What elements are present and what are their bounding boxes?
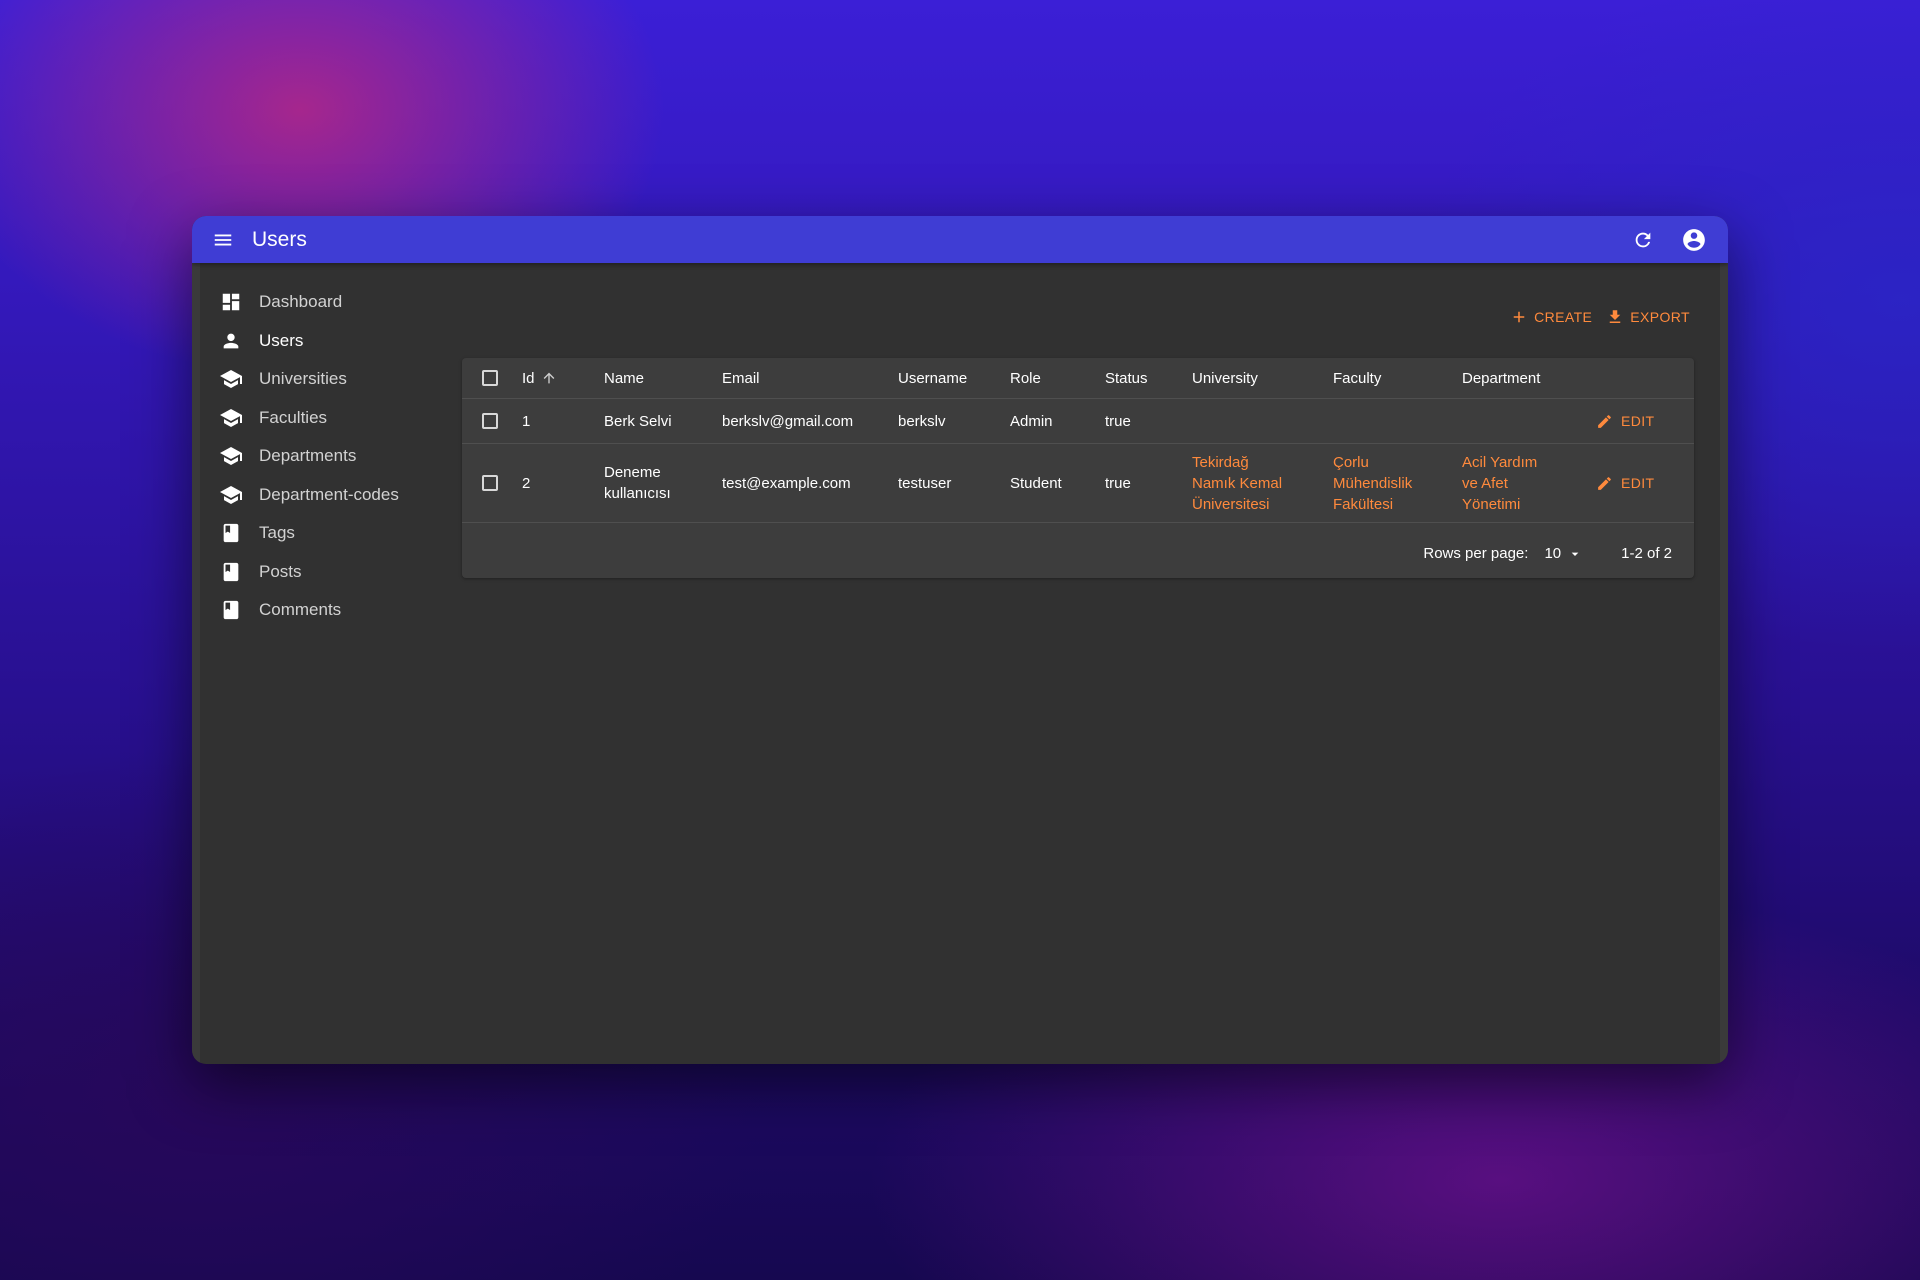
school-icon <box>218 405 244 431</box>
cell-role: Admin <box>1010 398 1105 444</box>
column-header-faculty[interactable]: Faculty <box>1333 358 1462 399</box>
edit-label: EDIT <box>1621 475 1655 491</box>
list-actions: CREATE EXPORT <box>1496 308 1690 326</box>
users-datagrid: Id Name Email Username Role Status Unive… <box>462 358 1694 578</box>
sidebar-item-label: Posts <box>259 561 302 581</box>
sidebar-item-department-codes[interactable]: Department-codes <box>200 476 440 515</box>
sidebar-item-posts[interactable]: Posts <box>200 553 440 592</box>
rows-per-page-value: 10 <box>1544 545 1562 562</box>
pencil-icon <box>1598 414 1611 428</box>
school-icon <box>218 482 244 508</box>
table-row[interactable]: 2 Deneme kullanıcısı test@example.com te… <box>462 443 1694 523</box>
sidebar-item-dashboard[interactable]: Dashboard <box>200 283 440 322</box>
cell-department: Acil Yardım ve Afet Yönetimi <box>1462 443 1596 523</box>
app-bar: Users <box>192 216 1728 263</box>
bookmark-icon <box>218 520 244 546</box>
sidebar-item-label: Departments <box>259 446 357 466</box>
cell-name-text: Deneme kullanıcısı <box>604 464 671 502</box>
create-button[interactable]: CREATE <box>1510 308 1592 326</box>
content-area: Dashboard Users Universities Faculties D… <box>192 263 1728 1064</box>
column-header-role[interactable]: Role <box>1010 358 1105 399</box>
page-title: Users <box>252 227 307 251</box>
sidebar-item-users[interactable]: Users <box>200 322 440 361</box>
sidebar-item-label: Tags <box>259 523 295 543</box>
bookmark-icon <box>218 597 244 623</box>
table-header-row: Id Name Email Username Role Status Unive… <box>462 358 1694 399</box>
sidebar-item-tags[interactable]: Tags <box>200 514 440 553</box>
row-checkbox[interactable] <box>482 413 498 429</box>
export-label: EXPORT <box>1630 309 1690 325</box>
column-header-university[interactable]: University <box>1192 358 1333 399</box>
column-header-status[interactable]: Status <box>1105 358 1192 399</box>
window-left-edge <box>192 263 200 1064</box>
pagination: Rows per page: 10 1-2 of 2 <box>1423 545 1672 562</box>
column-header-id[interactable]: Id <box>522 358 604 399</box>
pencil-icon <box>1598 476 1611 490</box>
sidebar-item-label: Department-codes <box>259 484 399 504</box>
faculty-link[interactable]: Çorlu Mühendislik Fakültesi <box>1333 452 1423 515</box>
menu-icon[interactable] <box>208 225 238 255</box>
bookmark-icon <box>218 559 244 585</box>
university-link[interactable]: Tekirdağ Namık Kemal Üniversitesi <box>1192 452 1292 515</box>
edit-button[interactable]: EDIT <box>1596 475 1694 492</box>
edit-button[interactable]: EDIT <box>1596 413 1694 430</box>
cell-university <box>1192 398 1333 444</box>
cell-username: testuser <box>898 443 1010 523</box>
cell-name: Deneme kullanıcısı <box>604 443 722 523</box>
column-header-department[interactable]: Department <box>1462 358 1596 399</box>
pagination-range: 1-2 of 2 <box>1621 545 1672 562</box>
cell-email: test@example.com <box>722 443 898 523</box>
rows-per-page-label: Rows per page: <box>1423 545 1529 562</box>
users-table: Id Name Email Username Role Status Unive… <box>462 358 1694 523</box>
department-link[interactable]: Acil Yardım ve Afet Yönetimi <box>1462 452 1552 515</box>
column-header-label: Id <box>522 369 535 387</box>
column-header-username[interactable]: Username <box>898 358 1010 399</box>
sidebar-item-label: Dashboard <box>259 292 343 312</box>
cell-name: Berk Selvi <box>604 398 722 444</box>
sidebar-item-universities[interactable]: Universities <box>200 360 440 399</box>
sidebar-item-faculties[interactable]: Faculties <box>200 399 440 438</box>
sidebar-item-comments[interactable]: Comments <box>200 591 440 630</box>
plus-icon <box>1513 311 1525 323</box>
sidebar-item-label: Faculties <box>259 407 328 427</box>
dashboard-icon <box>218 289 244 315</box>
refresh-icon[interactable] <box>1626 223 1660 257</box>
rows-per-page-select[interactable]: 10 <box>1544 545 1583 562</box>
column-header-name[interactable]: Name <box>604 358 722 399</box>
cell-id: 2 <box>522 443 604 523</box>
column-header-actions <box>1596 358 1694 399</box>
sidebar-item-label: Comments <box>259 600 342 620</box>
app-window: Users Dashboard Users Universities Facul… <box>192 216 1728 1064</box>
edit-label: EDIT <box>1621 413 1655 429</box>
select-all-checkbox[interactable] <box>482 370 498 386</box>
cell-email: berkslv@gmail.com <box>722 398 898 444</box>
cell-role: Student <box>1010 443 1105 523</box>
export-button[interactable]: EXPORT <box>1606 308 1690 326</box>
cell-department <box>1462 398 1596 444</box>
cell-id: 1 <box>522 398 604 444</box>
sidebar-item-label: Universities <box>259 369 347 389</box>
create-label: CREATE <box>1534 309 1593 325</box>
sidebar-item-label: Users <box>259 330 304 350</box>
school-icon <box>218 366 244 392</box>
sidebar: Dashboard Users Universities Faculties D… <box>200 283 440 630</box>
sidebar-item-departments[interactable]: Departments <box>200 437 440 476</box>
cell-university: Tekirdağ Namık Kemal Üniversitesi <box>1192 443 1333 523</box>
column-header-email[interactable]: Email <box>722 358 898 399</box>
person-icon <box>218 328 244 354</box>
cell-status: true <box>1105 398 1192 444</box>
cell-faculty <box>1333 398 1462 444</box>
school-icon <box>218 443 244 469</box>
cell-faculty: Çorlu Mühendislik Fakültesi <box>1333 443 1462 523</box>
account-circle-icon[interactable] <box>1677 223 1711 257</box>
dropdown-arrow-icon <box>1571 552 1579 556</box>
cell-username: berkslv <box>898 398 1010 444</box>
cell-status: true <box>1105 443 1192 523</box>
download-icon <box>1610 310 1621 323</box>
arrow-up-icon <box>543 372 554 384</box>
window-right-edge <box>1720 263 1728 1064</box>
table-row[interactable]: 1 Berk Selvi berkslv@gmail.com berkslv A… <box>462 398 1694 444</box>
row-checkbox[interactable] <box>482 475 498 491</box>
